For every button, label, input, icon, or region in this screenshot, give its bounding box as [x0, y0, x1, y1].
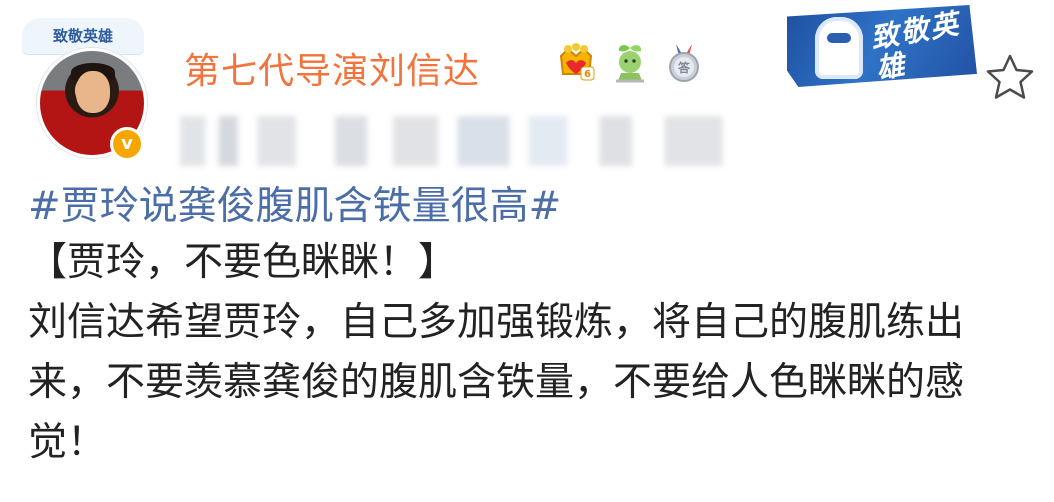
profile-avatar-area[interactable]: 致敬英雄 v	[22, 18, 150, 161]
tribute-heroes-banner: 致敬英雄	[787, 5, 977, 87]
sprout-character-icon	[616, 45, 644, 83]
crown-icon: 6	[559, 43, 595, 81]
user-badges: 6 答	[556, 42, 704, 84]
face-shield-visor	[827, 33, 851, 43]
banner-title: 致敬英雄	[868, 6, 963, 86]
post-content: #贾玲说龚俊腹肌含铁量很高# 【贾玲，不要色眯眯！】 刘信达希望贾玲，自己多加强…	[28, 181, 1028, 473]
topic-link[interactable]: #贾玲说龚俊腹肌含铁量很高#	[28, 181, 1028, 233]
medal-icon: 答	[669, 44, 699, 82]
medal-character: 答	[678, 60, 691, 75]
crown-level-text: 6	[584, 69, 591, 80]
post-headline: 【贾玲，不要色眯眯！】	[28, 240, 458, 285]
username[interactable]: 第七代导演刘信达	[184, 42, 480, 94]
star-icon[interactable]	[984, 52, 1036, 104]
medical-worker-figure	[815, 17, 863, 79]
verified-badge-icon: v	[110, 127, 144, 161]
avatar-face	[76, 71, 110, 113]
blurred-profile-bio	[154, 116, 800, 166]
post-body: 刘信达希望贾玲，自己多加强锻炼，将自己的腹肌练出来，不要羡慕龚俊的腹肌含铁量，不…	[28, 300, 965, 465]
